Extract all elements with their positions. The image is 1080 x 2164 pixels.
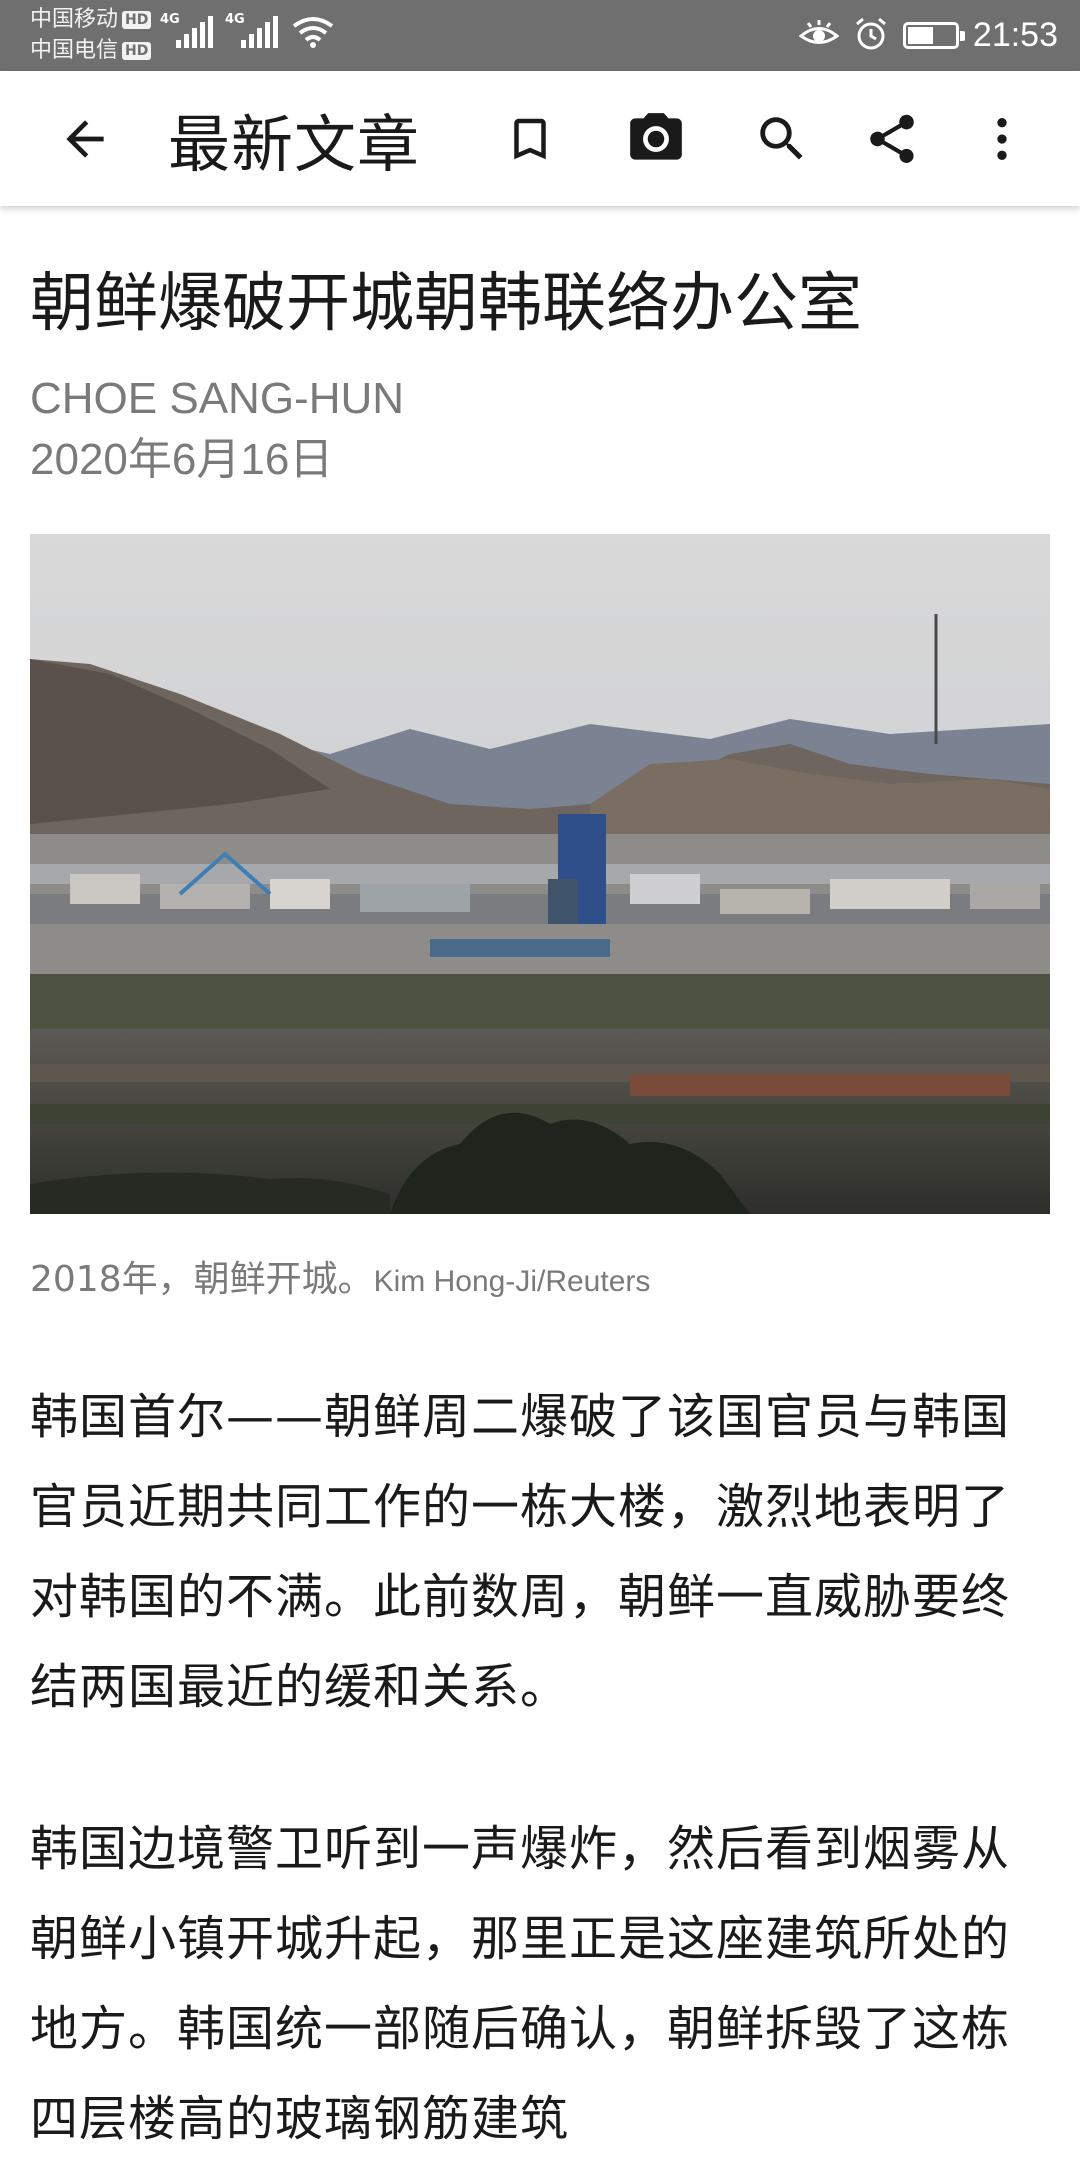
battery-icon xyxy=(902,22,965,49)
hd-badge: HD xyxy=(122,41,152,60)
network-type-label: 4G xyxy=(225,12,245,27)
share-icon xyxy=(870,114,914,163)
signal-indicators: 4G 4G xyxy=(160,12,334,48)
search-button[interactable] xyxy=(742,71,822,206)
search-icon xyxy=(760,116,803,160)
wifi-icon xyxy=(292,14,334,48)
camera-icon xyxy=(630,112,682,160)
carrier-1-label: 中国移动 xyxy=(30,7,119,32)
alarm-icon xyxy=(853,16,889,56)
app-bar: 最新文章 xyxy=(0,71,1080,206)
bookmark-button[interactable] xyxy=(490,71,570,206)
article-paragraph: 韩国首尔——朝鲜周二爆破了该国官员与韩国官员近期共同工作的一栋大楼，激烈地表明了… xyxy=(30,1389,1011,1715)
image-caption: 2018年，朝鲜开城。Kim Hong-Ji/Reuters xyxy=(30,1256,1050,1306)
page-title: 最新文章 xyxy=(168,107,421,181)
network-type-label: 4G xyxy=(160,12,180,27)
bookmark-icon xyxy=(514,118,546,159)
cell-signal-icon: 4G xyxy=(225,12,278,48)
battery-level-fill xyxy=(907,27,933,44)
cell-signal-icon: 4G xyxy=(160,12,213,48)
status-clock: 21:53 xyxy=(972,16,1058,54)
hd-badge: HD xyxy=(122,10,152,29)
carrier-2-label: 中国电信 xyxy=(30,38,119,63)
status-bar: 中国移动 HD 中国电信 HD 4G 4G 21:53 xyxy=(0,0,1080,71)
article-date: 2020年6月16日 xyxy=(30,435,334,484)
article-photo[interactable] xyxy=(30,534,1050,1214)
eye-comfort-icon xyxy=(798,19,840,53)
article-author[interactable]: CHOE SANG-HUN xyxy=(30,370,1050,428)
photo-credit: Kim Hong-Ji/Reuters xyxy=(373,1265,651,1298)
camera-button[interactable] xyxy=(616,71,696,206)
kaesong-landscape-photo xyxy=(30,534,1050,1214)
carrier-info: 中国移动 HD 中国电信 HD xyxy=(30,4,152,66)
article: 朝鲜爆破开城朝韩联络办公室 CHOE SANG-HUN 2020年6月16日 2… xyxy=(30,206,1050,2164)
article-paragraph: 韩国边境警卫听到一声爆炸，然后看到烟雾从朝鲜小镇开城升起，那里正是这座建筑所处的… xyxy=(30,1821,1011,2147)
caption-text: 2018年，朝鲜开城。 xyxy=(30,1259,374,1300)
article-headline: 朝鲜爆破开城朝韩联络办公室 xyxy=(30,267,862,341)
more-vert-icon xyxy=(997,117,1007,160)
share-button[interactable] xyxy=(852,71,932,206)
back-arrow-icon xyxy=(66,119,104,158)
back-button[interactable] xyxy=(40,71,130,206)
status-right-group: 21:53 xyxy=(798,0,1058,71)
more-options-button[interactable] xyxy=(962,71,1042,206)
